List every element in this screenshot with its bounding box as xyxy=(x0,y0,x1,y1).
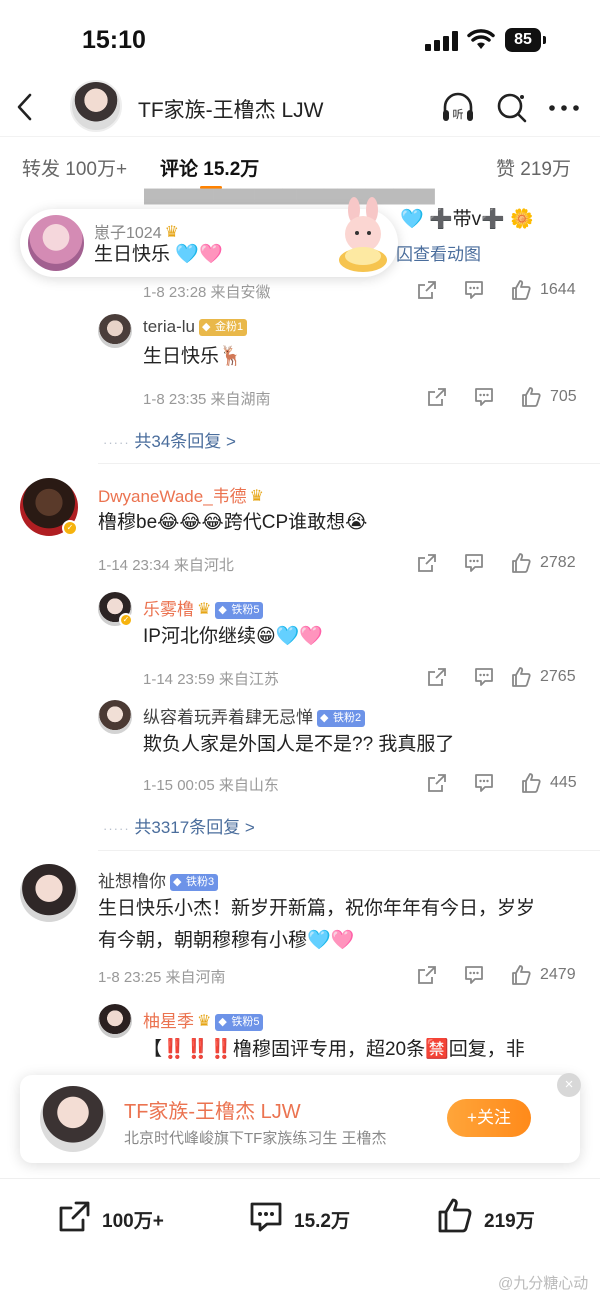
reply-meta: 1-14 23:59 来自江苏 xyxy=(143,671,279,688)
reply-text: 欺负人家是外国人是不是?? 我真服了 xyxy=(143,734,455,755)
reply-meta: 1-15 00:05 来自山东 xyxy=(143,777,279,794)
verified-icon: ✓ xyxy=(62,520,78,536)
svg-text:听: 听 xyxy=(453,108,464,121)
crown-icon: ♛ xyxy=(197,1013,212,1030)
follow-button[interactable]: +关注 xyxy=(447,1099,531,1137)
comment-username[interactable]: 祉想橹你铁粉3 xyxy=(98,867,219,892)
tab-repost[interactable]: 转发 100万+ xyxy=(22,154,127,181)
share-icon[interactable] xyxy=(416,552,438,574)
like-count: 2479 xyxy=(540,966,576,983)
fan-badge: 金粉1 xyxy=(198,319,248,336)
bunny-sticker-icon xyxy=(339,197,387,272)
crown-icon: ♛ xyxy=(249,488,264,505)
view-replies-link[interactable]: ····· 共3317条回复 > xyxy=(103,813,255,838)
header: TF家族-王橹杰 LJW 听 xyxy=(0,80,600,136)
divider xyxy=(0,136,600,137)
comment-icon[interactable] xyxy=(473,666,495,688)
fan-badge: 铁粉3 xyxy=(170,874,219,891)
share-count[interactable]: 100万+ xyxy=(102,1206,164,1233)
toast-username: 崽子1024 ♛ xyxy=(94,224,179,242)
comment-icon[interactable] xyxy=(463,279,485,301)
status-bar: 15:10 85 xyxy=(0,0,600,80)
like-count: 705 xyxy=(550,388,577,405)
share-icon[interactable] xyxy=(416,279,438,301)
bottom-action-bar: 100万+ 15.2万 219万 xyxy=(0,1178,600,1254)
wifi-icon xyxy=(467,29,495,49)
reply-username[interactable]: 纵容着玩弄着肆无忌惮铁粉2 xyxy=(143,703,366,728)
comment-icon[interactable] xyxy=(473,772,495,794)
reply-avatar[interactable] xyxy=(98,314,132,348)
comment-meta: 1-8 23:28 来自安徽 xyxy=(143,284,271,301)
like-thumb-icon[interactable] xyxy=(436,1197,474,1235)
like-icon[interactable] xyxy=(520,386,542,408)
watermark: @九分糖心动 xyxy=(498,1275,589,1292)
like-count: 1644 xyxy=(540,281,576,298)
back-arrow-icon[interactable] xyxy=(14,92,36,122)
share-icon[interactable] xyxy=(56,1199,92,1235)
like-icon[interactable] xyxy=(510,964,532,986)
comment-meta: 1-8 23:25 来自河南 xyxy=(98,969,226,986)
crown-icon: ♛ xyxy=(197,601,212,618)
divider xyxy=(98,850,600,851)
reply-text: 生日快乐🦌 xyxy=(143,346,243,367)
more-options-icon[interactable] xyxy=(546,90,582,126)
divider xyxy=(98,463,600,464)
like-count[interactable]: 219万 xyxy=(484,1206,535,1233)
reply-text: 【‼️‼️‼️橹穆固评专用，超20条🈲回复，非 xyxy=(143,1039,525,1060)
reply-avatar[interactable] xyxy=(98,700,132,734)
toast-text: 生日快乐 🩵🩷 xyxy=(94,244,223,265)
share-icon[interactable] xyxy=(426,772,448,794)
close-icon[interactable]: × xyxy=(557,1073,581,1097)
comment-text: 橹穆be😂😂😂跨代CP谁敢想😭 xyxy=(98,512,368,533)
like-icon[interactable] xyxy=(510,279,532,301)
status-time: 15:10 xyxy=(82,26,146,54)
like-count: 2782 xyxy=(540,554,576,571)
follow-card-description: 北京时代峰峻旗下TF家族练习生 王橹杰 xyxy=(124,1130,387,1147)
follow-card-avatar[interactable] xyxy=(40,1086,106,1152)
like-icon[interactable] xyxy=(510,552,532,574)
partial-comment-emoji: 🩵 ➕带v➕ 🌼 xyxy=(400,209,534,230)
reply-avatar[interactable] xyxy=(98,1004,132,1038)
follow-card[interactable]: TF家族-王橹杰 LJW 北京时代峰峻旗下TF家族练习生 王橹杰 +关注 xyxy=(20,1075,580,1163)
battery-indicator: 85 xyxy=(505,28,546,52)
comment-count[interactable]: 15.2万 xyxy=(294,1206,350,1233)
comment-avatar[interactable] xyxy=(20,864,78,922)
listen-headphone-icon[interactable]: 听 xyxy=(440,90,476,126)
cellular-signal-icon xyxy=(425,31,459,51)
reply-username[interactable]: 柚星季♛铁粉5 xyxy=(143,1007,264,1032)
comment-icon[interactable] xyxy=(463,964,485,986)
fan-badge: 铁粉5 xyxy=(215,602,264,619)
view-replies-link[interactable]: ····· 共34条回复 > xyxy=(103,427,236,452)
comment-text-line1: 生日快乐小杰！新岁开新篇，祝你年年有今日，岁岁 xyxy=(98,898,536,919)
page-title[interactable]: TF家族-王橹杰 LJW xyxy=(138,94,323,124)
comment-meta: 1-14 23:34 来自河北 xyxy=(98,557,234,574)
fan-badge: 铁粉5 xyxy=(215,1014,264,1031)
comment-username[interactable]: DwyaneWade_韦德 ♛ xyxy=(98,482,264,507)
view-gif-link[interactable]: 囚查看动图 xyxy=(396,240,481,265)
like-count: 445 xyxy=(550,774,577,791)
like-count: 2765 xyxy=(540,668,576,685)
like-icon[interactable] xyxy=(510,666,532,688)
share-icon[interactable] xyxy=(426,666,448,688)
like-icon[interactable] xyxy=(520,772,542,794)
crown-icon: ♛ xyxy=(164,224,179,241)
header-avatar[interactable] xyxy=(70,80,122,132)
comment-text-line2: 有今朝，朝朝穆穆有小穆🩵🩷 xyxy=(98,930,355,951)
verified-icon: ✓ xyxy=(119,613,133,627)
follow-card-name[interactable]: TF家族-王橹杰 LJW xyxy=(124,1095,301,1124)
reply-username[interactable]: teria-lu金粉1 xyxy=(143,317,248,337)
share-icon[interactable] xyxy=(426,386,448,408)
fan-badge: 铁粉2 xyxy=(317,710,366,727)
search-icon[interactable] xyxy=(494,90,530,126)
comment-icon[interactable] xyxy=(463,552,485,574)
reply-text: IP河北你继续😁🩵🩷 xyxy=(143,626,324,647)
share-icon[interactable] xyxy=(416,964,438,986)
comment-icon[interactable] xyxy=(248,1199,284,1235)
reply-username[interactable]: 乐雾橹♛铁粉5 xyxy=(143,595,264,620)
toast-avatar xyxy=(28,215,84,271)
comment-icon[interactable] xyxy=(473,386,495,408)
reply-meta: 1-8 23:35 来自湖南 xyxy=(143,391,271,408)
